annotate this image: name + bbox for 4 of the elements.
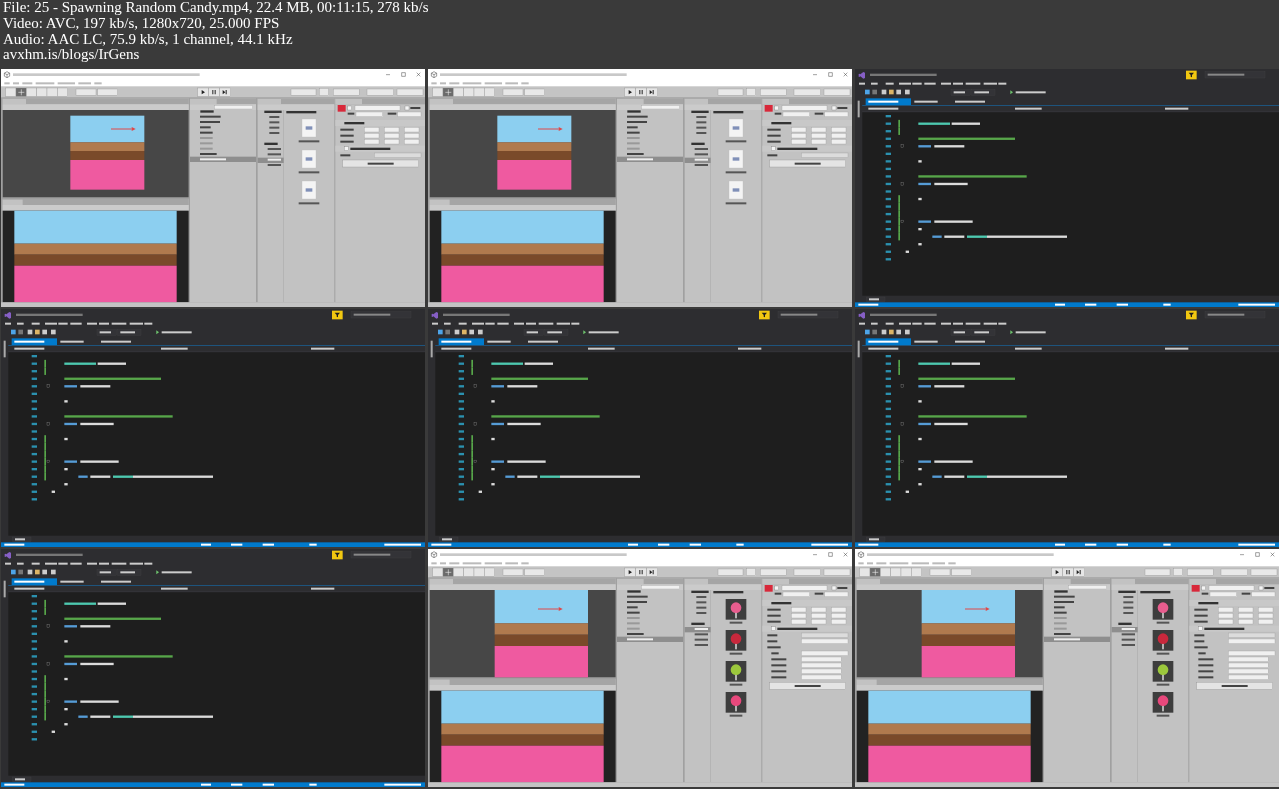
info-line: File: 25 - Spawning Random Candy.mp4, 22.4 MB, 00:11:15, 278 kb/s	[3, 0, 429, 16]
info-line: Audio: AAC LC, 75.9 kb/s, 1 channel, 44.1 kHz	[3, 31, 293, 48]
info-line: avxhm.is/blogs/IrGens	[3, 47, 140, 64]
info-line: Video: AVC, 197 kb/s, 1280x720, 25.000 FPS	[3, 15, 280, 32]
